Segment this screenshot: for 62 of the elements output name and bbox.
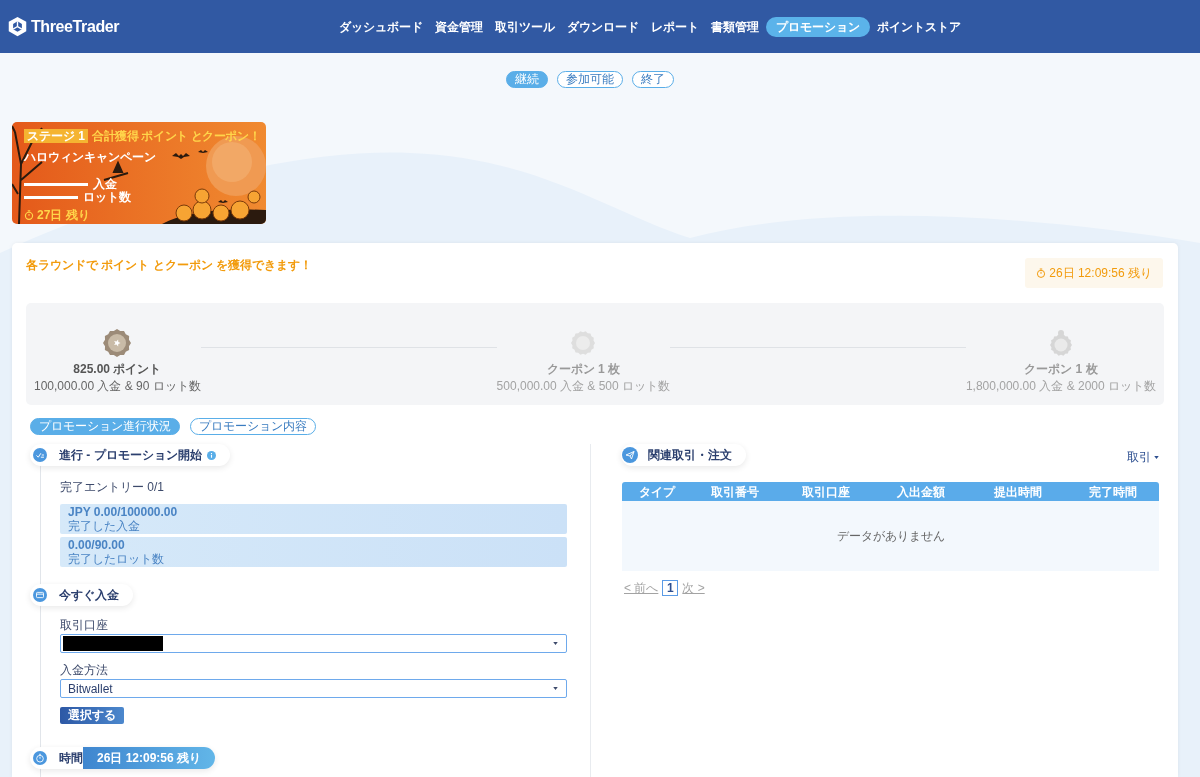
column-header: 取引番号 [710, 484, 760, 499]
entries-text: 完了エントリー 0/1 [60, 480, 164, 494]
select-button[interactable]: 選択する [60, 707, 124, 724]
field-label: 取引口座 [60, 618, 108, 632]
reward-text: クーポン 1 枚 [1024, 362, 1098, 376]
metric-bar [24, 196, 78, 199]
countdown-badge: 26日 12:09:56 残り [83, 747, 216, 769]
column-header: 提出時間 [993, 484, 1043, 499]
reward-text: クーポン 1 枚 [546, 362, 620, 376]
column-header: タイプ [637, 484, 677, 499]
nav-link[interactable]: 資金管理 [429, 16, 490, 37]
section-title: 時間 [59, 751, 83, 765]
column-header: 入出金額 [895, 484, 946, 499]
checklist-icon [33, 448, 47, 462]
column-header: 完了時間 [1088, 484, 1138, 499]
days-remaining: 27日 残り [37, 208, 90, 222]
column-header: 取引口座 [801, 484, 851, 499]
progress-caption: 完了したロット数 [68, 552, 164, 566]
stopwatch-icon [24, 210, 34, 220]
page-button[interactable]: 1 [662, 580, 679, 596]
nav-link[interactable]: レポート [645, 16, 706, 37]
section-title: 進行 - プロモーション開始 [59, 448, 202, 462]
reward-text: 825.00 ポイント [73, 362, 162, 376]
nav-link[interactable]: 書類管理 [705, 16, 766, 37]
nav-link[interactable]: ダウンロード [561, 16, 646, 37]
empty-message: データがありません [836, 529, 945, 543]
metric-bar [24, 183, 88, 186]
progress-caption: 完了した入金 [68, 519, 140, 533]
caret-icon [553, 687, 558, 690]
select-field[interactable]: Bitwallet [60, 679, 567, 698]
field-label: 入金方法 [60, 663, 108, 677]
countdown-text: 26日 12:09:56 残り [1049, 265, 1152, 282]
caret-icon [553, 642, 558, 645]
logo-text: ThreeTrader [31, 16, 120, 37]
nav-link[interactable]: ポイントストア [871, 16, 968, 37]
stage-badge: ステージ 1 [24, 129, 88, 143]
progress-value: JPY 0.00/100000.00 [68, 505, 178, 519]
filter-chip[interactable]: 参加可能 [557, 71, 623, 88]
select-field[interactable] [60, 634, 567, 653]
card-icon [33, 588, 47, 602]
logo-icon [7, 16, 28, 37]
metric-label: ロット数 [83, 191, 131, 204]
banner-title: ハロウィンキャンペーン [24, 150, 156, 164]
tab[interactable]: プロモーション内容 [190, 418, 316, 435]
requirement-text: 100,000.00 入金 & 90 ロット数 [34, 379, 201, 393]
requirement-text: 500,000.00 入金 & 500 ロット数 [496, 379, 671, 393]
filter-dropdown[interactable]: 取引 [1127, 450, 1159, 464]
caret-icon [1154, 455, 1159, 459]
section-title: 今すぐ入金 [59, 588, 119, 602]
nav-link[interactable]: ダッシュボード [333, 16, 430, 37]
filter-chip[interactable]: 終了 [632, 71, 674, 88]
section-title: 関連取引・注文 [648, 448, 732, 462]
progress-value: 0.00/90.00 [68, 538, 125, 552]
metric-label: 入金 [93, 178, 117, 191]
stopwatch-icon [1036, 268, 1047, 278]
stopwatch-icon [33, 751, 47, 765]
requirement-text: 1,800,000.00 入金 & 2000 ロット数 [965, 379, 1156, 393]
nav-link[interactable]: 取引ツール [489, 16, 562, 37]
banner-headline: 合計獲得 ポイント とクーポン！ [92, 129, 261, 143]
intro-text: 各ラウンドで ポイント とクーポン を獲得できます！ [26, 258, 312, 272]
field-value: Bitwallet [67, 681, 113, 696]
campaign-banner[interactable]: ステージ 1 合計獲得 ポイント とクーポン！ ハロウィンキャンペーン 入金 ロット数 27日 残り [12, 122, 266, 224]
